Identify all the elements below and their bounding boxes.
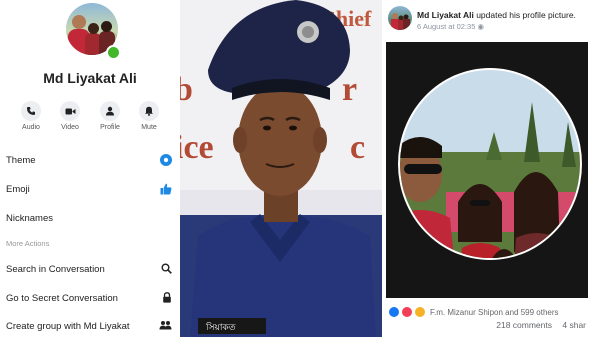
svg-text:b: b <box>180 71 193 108</box>
post-action-text: updated his profile picture. <box>473 10 576 20</box>
profile-name: Md Liyakat Ali <box>43 70 137 86</box>
audio-label: Audio <box>22 124 40 131</box>
love-reaction-icon <box>401 306 413 318</box>
online-status-indicator <box>106 45 121 60</box>
post-time[interactable]: 6 August at 02:35 <box>417 22 475 31</box>
video-call-button[interactable]: Video <box>53 101 87 131</box>
svg-text:ice: ice <box>180 129 214 166</box>
more-actions-heading: More Actions <box>6 239 50 248</box>
search-label: Search in Conversation <box>6 264 105 275</box>
like-reaction-icon <box>388 306 400 318</box>
messenger-settings-panel: Md Liyakat Ali Audio Video Profile Mute <box>0 0 180 337</box>
engagement-counts: 218 comments 4 shar <box>496 320 586 330</box>
post-title: Md Liyakat Ali updated his profile pictu… <box>417 10 589 20</box>
group-icon <box>159 320 172 333</box>
reactions-text: F.m. Mizanur Shipon and 599 others <box>430 307 559 317</box>
create-group-label: Create group with Md Liyakat <box>6 321 130 332</box>
search-in-conversation-row[interactable]: Search in Conversation <box>6 263 176 277</box>
bell-icon <box>139 101 159 121</box>
lock-icon <box>162 292 172 306</box>
emoji-label: Emoji <box>6 184 30 195</box>
create-group-row[interactable]: Create group with Md Liyakat <box>6 321 176 332</box>
facebook-post: Md Liyakat Ali updated his profile pictu… <box>382 0 590 337</box>
thumbs-up-icon <box>160 183 172 198</box>
theme-label: Theme <box>6 155 36 166</box>
wow-reaction-icon <box>414 306 426 318</box>
video-camera-icon <box>60 101 80 121</box>
audio-call-button[interactable]: Audio <box>14 101 48 131</box>
secret-conversation-row[interactable]: Go to Secret Conversation <box>6 292 176 306</box>
svg-text:r: r <box>342 71 357 108</box>
officer-portrait-image: b ice Chief r c সিয়াকত <box>180 0 382 337</box>
theme-color-icon <box>160 154 172 169</box>
emoji-row[interactable]: Emoji <box>6 183 176 198</box>
mute-button[interactable]: Mute <box>132 101 166 131</box>
nicknames-label: Nicknames <box>6 213 53 224</box>
secret-label: Go to Secret Conversation <box>6 293 118 304</box>
svg-text:সিয়াকত: সিয়াকত <box>205 322 236 332</box>
theme-row[interactable]: Theme <box>6 154 176 169</box>
reactions-summary[interactable]: F.m. Mizanur Shipon and 599 others <box>388 306 559 318</box>
globe-icon: ◉ <box>477 22 485 31</box>
svg-text:c: c <box>350 129 365 166</box>
police-officer-photo: b ice Chief r c সিয়াকত <box>180 0 382 337</box>
profile-picture-image[interactable] <box>386 42 588 298</box>
comments-count[interactable]: 218 comments <box>496 320 552 330</box>
post-meta: 6 August at 02:35 ◉ <box>417 22 484 31</box>
nicknames-row[interactable]: Nicknames <box>6 213 176 224</box>
post-author-avatar[interactable] <box>388 6 412 30</box>
phone-icon <box>21 101 41 121</box>
profile-label: Profile <box>100 124 120 131</box>
video-label: Video <box>61 124 79 131</box>
quick-actions: Audio Video Profile Mute <box>14 101 166 135</box>
profile-icon <box>100 101 120 121</box>
profile-button[interactable]: Profile <box>93 101 127 131</box>
post-author-link[interactable]: Md Liyakat Ali <box>417 10 474 20</box>
shares-count[interactable]: 4 shar <box>562 320 586 330</box>
mute-label: Mute <box>141 124 157 131</box>
search-icon <box>161 263 172 277</box>
